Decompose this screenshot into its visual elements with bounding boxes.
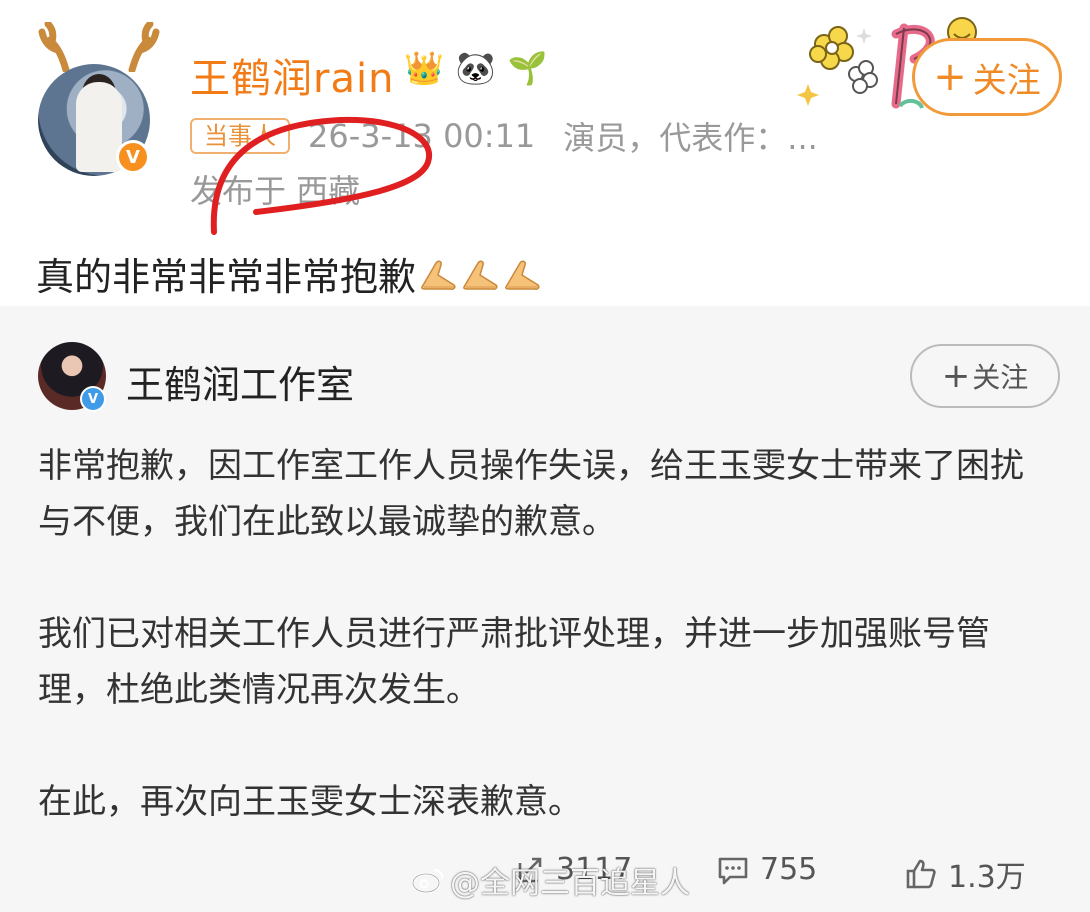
pray-hands-icon: [463, 260, 498, 290]
repost-paragraph: 非常抱歉，因工作室工作人员操作失误，给王玉雯女士带来了困扰与不便，我们在此致以最…: [38, 446, 1024, 542]
sprout-badge-icon[interactable]: 🌱: [508, 48, 548, 88]
repost-paragraph: 在此，再次向王玉雯女士深表歉意。: [38, 782, 582, 822]
post-meta: 当事人 26-3-13 00:11 演员，代表作：...: [190, 113, 818, 159]
comment-count: 755: [760, 852, 818, 887]
post-text: 真的非常非常非常抱歉: [36, 246, 542, 301]
follow-button-label: 关注: [972, 60, 1041, 101]
weibo-logo-icon: [411, 868, 444, 894]
post-text-content: 真的非常非常非常抱歉: [36, 255, 417, 299]
user-badges: 👑 🐼 🌱: [404, 48, 548, 88]
repost-body: 非常抱歉，因工作室工作人员操作失误，给王玉雯女士带来了困扰与不便，我们在此致以最…: [38, 438, 1048, 830]
verified-badge-icon: V: [80, 386, 106, 412]
thumbs-up-icon: [906, 859, 936, 889]
reposted-post[interactable]: V 王鹤润工作室 + 关注 非常抱歉，因工作室工作人员操作失误，给王玉雯女士带来…: [0, 306, 1090, 912]
verified-badge-icon: V: [116, 140, 150, 174]
pray-hands-icon: [421, 260, 456, 290]
panda-badge-icon[interactable]: 🐼: [456, 48, 496, 88]
author-role[interactable]: 演员，代表作：...: [563, 113, 818, 159]
pray-hands-icon: [505, 260, 540, 290]
antler-decoration-icon: [38, 22, 70, 72]
repost-follow-button[interactable]: + 关注: [910, 344, 1060, 408]
author-name[interactable]: 王鹤润rain: [190, 46, 394, 104]
watermark-text: @全网三百追星人: [450, 866, 690, 901]
comment-icon: [718, 857, 748, 884]
original-post: V 王鹤润rain 👑 🐼 🌱 当事人 26-3-13 00:11 演员，代表作…: [0, 0, 1090, 306]
post-timestamp: 26-3-13 00:11: [308, 117, 536, 155]
crown-badge-icon[interactable]: 👑: [404, 48, 444, 88]
action-bar: 3117 755 1.3万 @全网三百追星人: [0, 846, 1090, 902]
like-action-button[interactable]: 1.3万: [904, 852, 1026, 896]
plus-icon: +: [933, 54, 967, 100]
author-avatar[interactable]: V: [36, 22, 160, 176]
antler-decoration-icon: [128, 22, 160, 72]
watermark: @全网三百追星人: [410, 858, 690, 902]
comment-action-button[interactable]: 755: [716, 852, 817, 887]
post-location: 发布于 西藏: [190, 172, 361, 210]
repost-paragraph: 我们已对相关工作人员进行严肃批评处理，并进一步加强账号管理，杜绝此类情况再次发生…: [38, 614, 990, 710]
follow-button[interactable]: + 关注: [912, 38, 1062, 116]
repost-author-name[interactable]: 王鹤润工作室: [126, 354, 354, 409]
party-tag: 当事人: [190, 118, 290, 154]
repost-follow-label: 关注: [972, 361, 1029, 394]
plus-icon: +: [941, 356, 971, 396]
like-count: 1.3万: [948, 860, 1026, 895]
